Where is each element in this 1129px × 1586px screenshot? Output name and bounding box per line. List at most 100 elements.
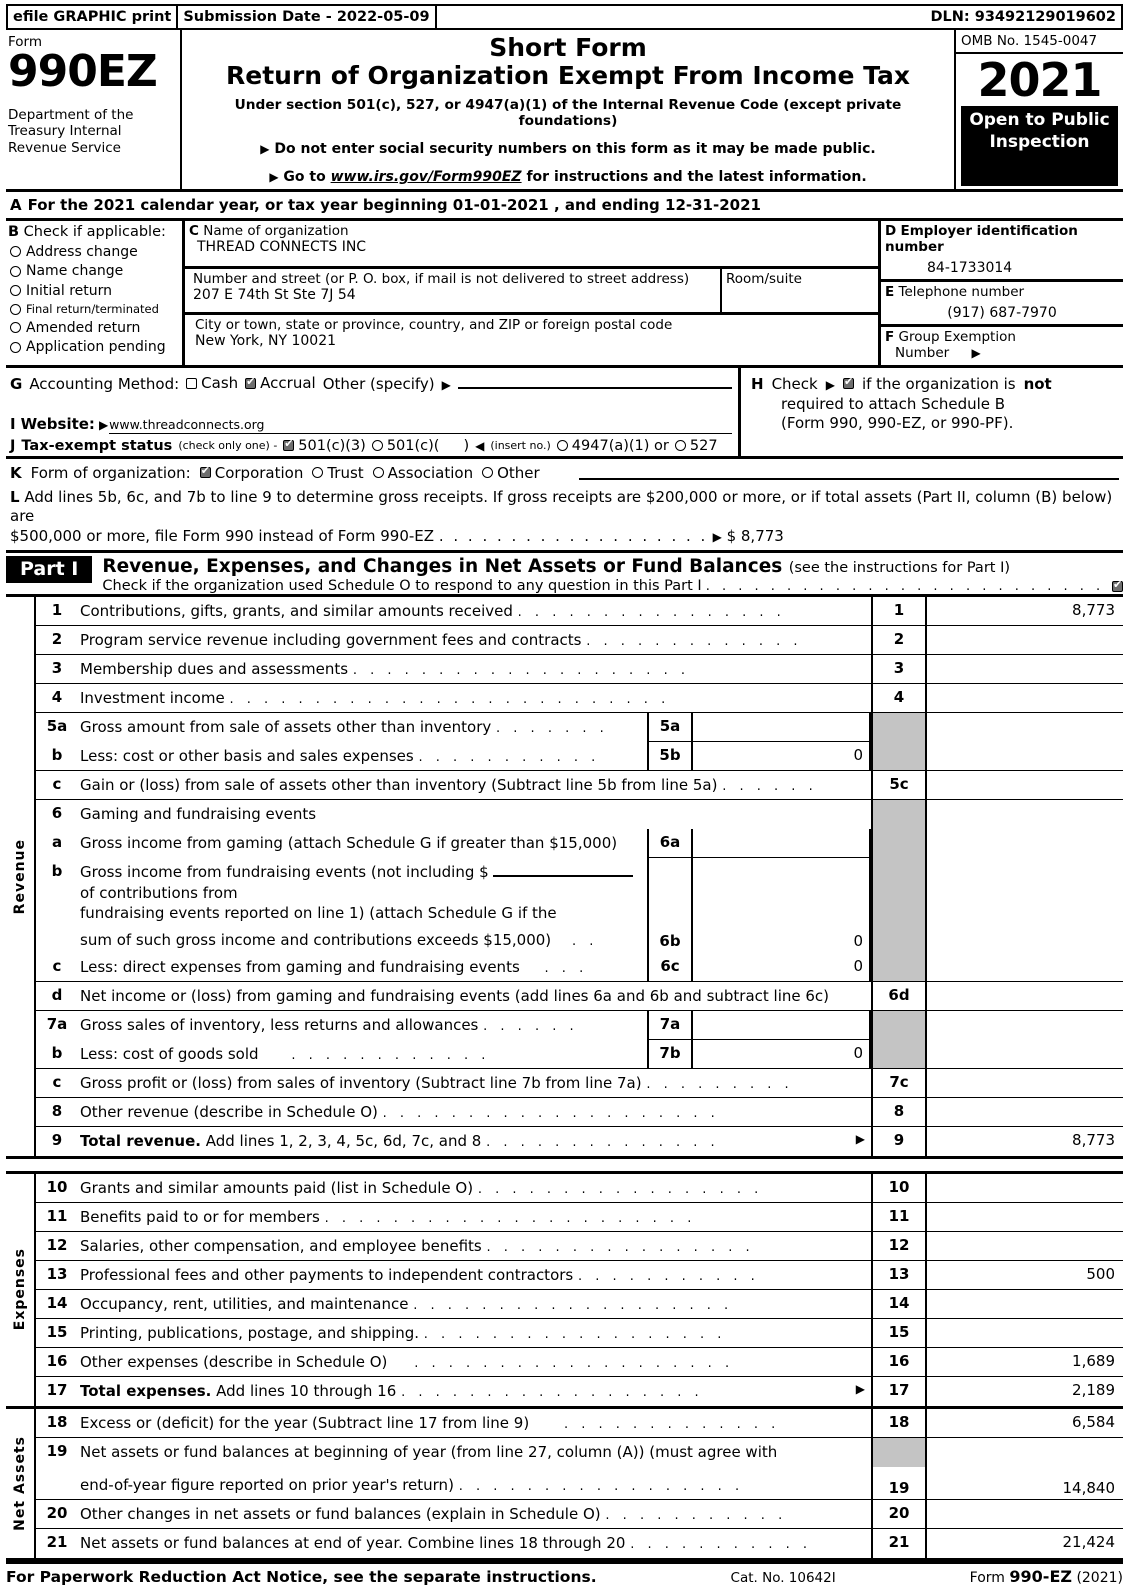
row-amount[interactable] <box>927 1174 1123 1202</box>
row-amount[interactable]: 6,584 <box>927 1409 1123 1437</box>
sub-amount[interactable] <box>693 1011 869 1039</box>
row-description: Gross income from gaming (attach Schedul… <box>80 834 618 853</box>
row-amount <box>927 858 1123 952</box>
line-def-block: D Employer identification number 84-1733… <box>881 221 1123 365</box>
row-description-text: Add lines 10 through 16 <box>216 1381 397 1400</box>
checkbox-icon[interactable] <box>674 440 686 452</box>
row-amount[interactable] <box>927 1500 1123 1528</box>
checkbox-final-return-terminated[interactable]: Final return/terminated <box>10 302 180 316</box>
line-g-other-input[interactable] <box>457 374 732 389</box>
checkbox-icon[interactable] <box>245 375 257 389</box>
checkbox-accrual[interactable]: Accrual <box>245 374 316 392</box>
checkbox-corporation[interactable]: Corporation <box>199 464 303 482</box>
sub-amount[interactable]: 0 <box>693 953 869 981</box>
checkbox-icon[interactable] <box>1112 578 1123 592</box>
checkbox-527[interactable]: 527 <box>674 438 718 454</box>
row-description: Salaries, other compensation, and employ… <box>78 1232 871 1260</box>
row-amount[interactable]: 14,840 <box>927 1467 1123 1499</box>
row-number: 1 <box>51 601 63 620</box>
row-amount[interactable]: 21,424 <box>927 1529 1123 1558</box>
checkbox-icon[interactable] <box>283 437 295 452</box>
row-amount <box>927 800 1123 829</box>
checkbox-501c-other[interactable]: 501(c)( ) <box>371 438 469 454</box>
fundraising-amount-input[interactable] <box>493 863 634 878</box>
checkbox-label: Final return/terminated <box>26 302 159 317</box>
checkbox-icon[interactable] <box>10 265 21 277</box>
row-number <box>36 1467 78 1499</box>
row-amount[interactable] <box>927 982 1123 1010</box>
row-amount[interactable] <box>927 1232 1123 1260</box>
line-k-form-of-organization: K Form of organization: Corporation Trus… <box>10 464 1119 482</box>
line-k-other-input[interactable] <box>578 466 1119 480</box>
row-description-text: Net assets or fund balances at end of ye… <box>80 1533 626 1552</box>
row-key: 6d <box>871 981 927 1010</box>
checkbox-other-org[interactable]: Other <box>482 464 540 482</box>
row-description: Net assets or fund balances at end of ye… <box>78 1529 871 1558</box>
org-name-label-text: Name of organization <box>203 223 349 240</box>
dln-label: DLN: 93492129019602 <box>436 4 1123 30</box>
row-amount[interactable]: 500 <box>927 1261 1123 1289</box>
row-amount[interactable] <box>927 1098 1123 1126</box>
leader-dots: . . . . . . . . . . . . . . . . <box>517 605 786 621</box>
row-amount[interactable] <box>927 655 1123 683</box>
row-amount[interactable] <box>927 1290 1123 1318</box>
checkbox-icon[interactable] <box>842 375 854 389</box>
line-d-letter: D <box>885 223 897 240</box>
table-row: 21 Net assets or fund balances at end of… <box>36 1528 1123 1558</box>
sub-amount[interactable] <box>693 713 869 741</box>
group-exemption-number-label: Number <box>895 345 950 362</box>
checkbox-cash[interactable]: Cash <box>186 374 238 392</box>
line-g-accounting-method: G Accounting Method: Cash Accrual Other … <box>10 374 732 393</box>
sub-amount[interactable]: 0 <box>693 1040 869 1068</box>
department-label: Department of the Treasury Internal Reve… <box>8 106 134 156</box>
checkbox-icon[interactable] <box>186 377 198 389</box>
checkbox-name-change[interactable]: Name change <box>10 263 180 279</box>
checkbox-application-pending[interactable]: Application pending <box>10 339 180 355</box>
line-g-other-label: Other (specify) <box>322 374 435 393</box>
checkbox-icon[interactable] <box>482 467 494 479</box>
row-description: Gross profit or (loss) from sales of inv… <box>78 1069 871 1097</box>
checkbox-label: Name change <box>26 263 124 280</box>
row-number: 7a <box>46 1014 68 1033</box>
row-amount[interactable]: 1,689 <box>927 1348 1123 1376</box>
row-amount[interactable]: 8,773 <box>927 1127 1123 1156</box>
sub-amount[interactable]: 0 <box>693 928 869 953</box>
checkbox-icon[interactable] <box>312 467 324 479</box>
row-amount[interactable] <box>927 1203 1123 1231</box>
checkbox-association[interactable]: Association <box>372 464 473 482</box>
checkbox-address-change[interactable]: Address change <box>10 244 180 260</box>
checkbox-icon[interactable] <box>10 246 21 258</box>
checkbox-icon[interactable] <box>556 440 568 452</box>
form-footer-pre: Form <box>969 1569 1005 1586</box>
irs-url-link[interactable]: www.irs.gov/Form990EZ <box>331 169 522 185</box>
part1-schedule-o-text: Check if the organization used Schedule … <box>102 578 702 595</box>
checkbox-initial-return[interactable]: Initial return <box>10 283 180 299</box>
notice-ssn: ▶ Do not enter social security numbers o… <box>188 141 948 157</box>
checkbox-icon[interactable] <box>372 467 384 479</box>
row-amount[interactable]: 2,189 <box>927 1377 1123 1406</box>
checkbox-icon[interactable] <box>10 322 21 334</box>
checkbox-icon[interactable] <box>199 464 211 479</box>
checkbox-trust[interactable]: Trust <box>312 464 364 482</box>
checkbox-501c3[interactable]: 501(c)(3) <box>283 437 366 454</box>
row-amount[interactable]: 8,773 <box>927 597 1123 625</box>
ein-label-text: Employer identification number <box>885 223 1078 256</box>
website-value[interactable]: www.threadconnects.org <box>109 417 732 434</box>
checkbox-icon[interactable] <box>371 440 383 452</box>
row-amount[interactable] <box>927 1319 1123 1347</box>
line-j-note: (check only one) - <box>178 439 278 453</box>
checkbox-icon[interactable] <box>10 303 21 315</box>
org-room-cell: Room/suite <box>720 269 878 313</box>
row-amount[interactable] <box>927 684 1123 712</box>
checkbox-amended-return[interactable]: Amended return <box>10 320 180 336</box>
row-amount[interactable] <box>927 626 1123 654</box>
sub-amount[interactable] <box>693 829 869 857</box>
part1-title-block: Revenue, Expenses, and Changes in Net As… <box>102 556 1123 594</box>
row-amount[interactable] <box>927 1069 1123 1097</box>
checkbox-4947a1[interactable]: 4947(a)(1) or <box>556 438 669 454</box>
row-description-text: Gain or (loss) from sale of assets other… <box>80 776 718 795</box>
sub-amount[interactable]: 0 <box>693 742 869 770</box>
checkbox-icon[interactable] <box>10 285 21 297</box>
row-amount[interactable] <box>927 771 1123 799</box>
checkbox-icon[interactable] <box>10 341 21 353</box>
